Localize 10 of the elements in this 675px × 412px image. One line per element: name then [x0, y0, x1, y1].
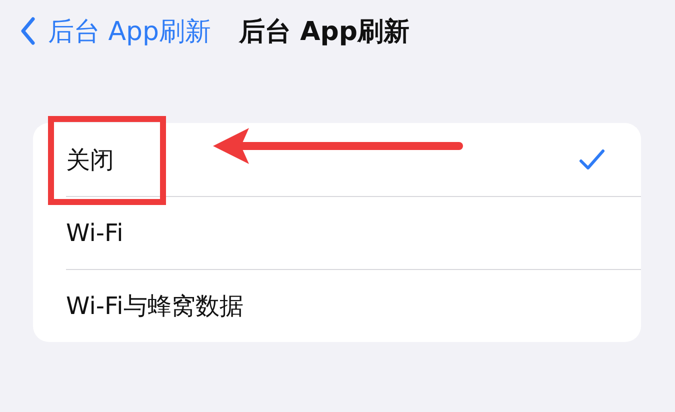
option-label: Wi-Fi与蜂窝数据 — [66, 290, 244, 322]
option-row[interactable]: Wi-Fi — [33, 196, 641, 269]
option-label: 关闭 — [66, 144, 114, 176]
option-row[interactable]: 关闭 — [33, 123, 641, 196]
option-label: Wi-Fi — [66, 218, 124, 246]
option-row[interactable]: Wi-Fi与蜂窝数据 — [33, 269, 641, 342]
back-chevron-icon — [20, 17, 36, 45]
checkmark-icon — [579, 148, 605, 170]
page-title: 后台 App刷新 — [239, 16, 410, 48]
back-button[interactable]: 后台 App刷新 — [20, 14, 212, 48]
